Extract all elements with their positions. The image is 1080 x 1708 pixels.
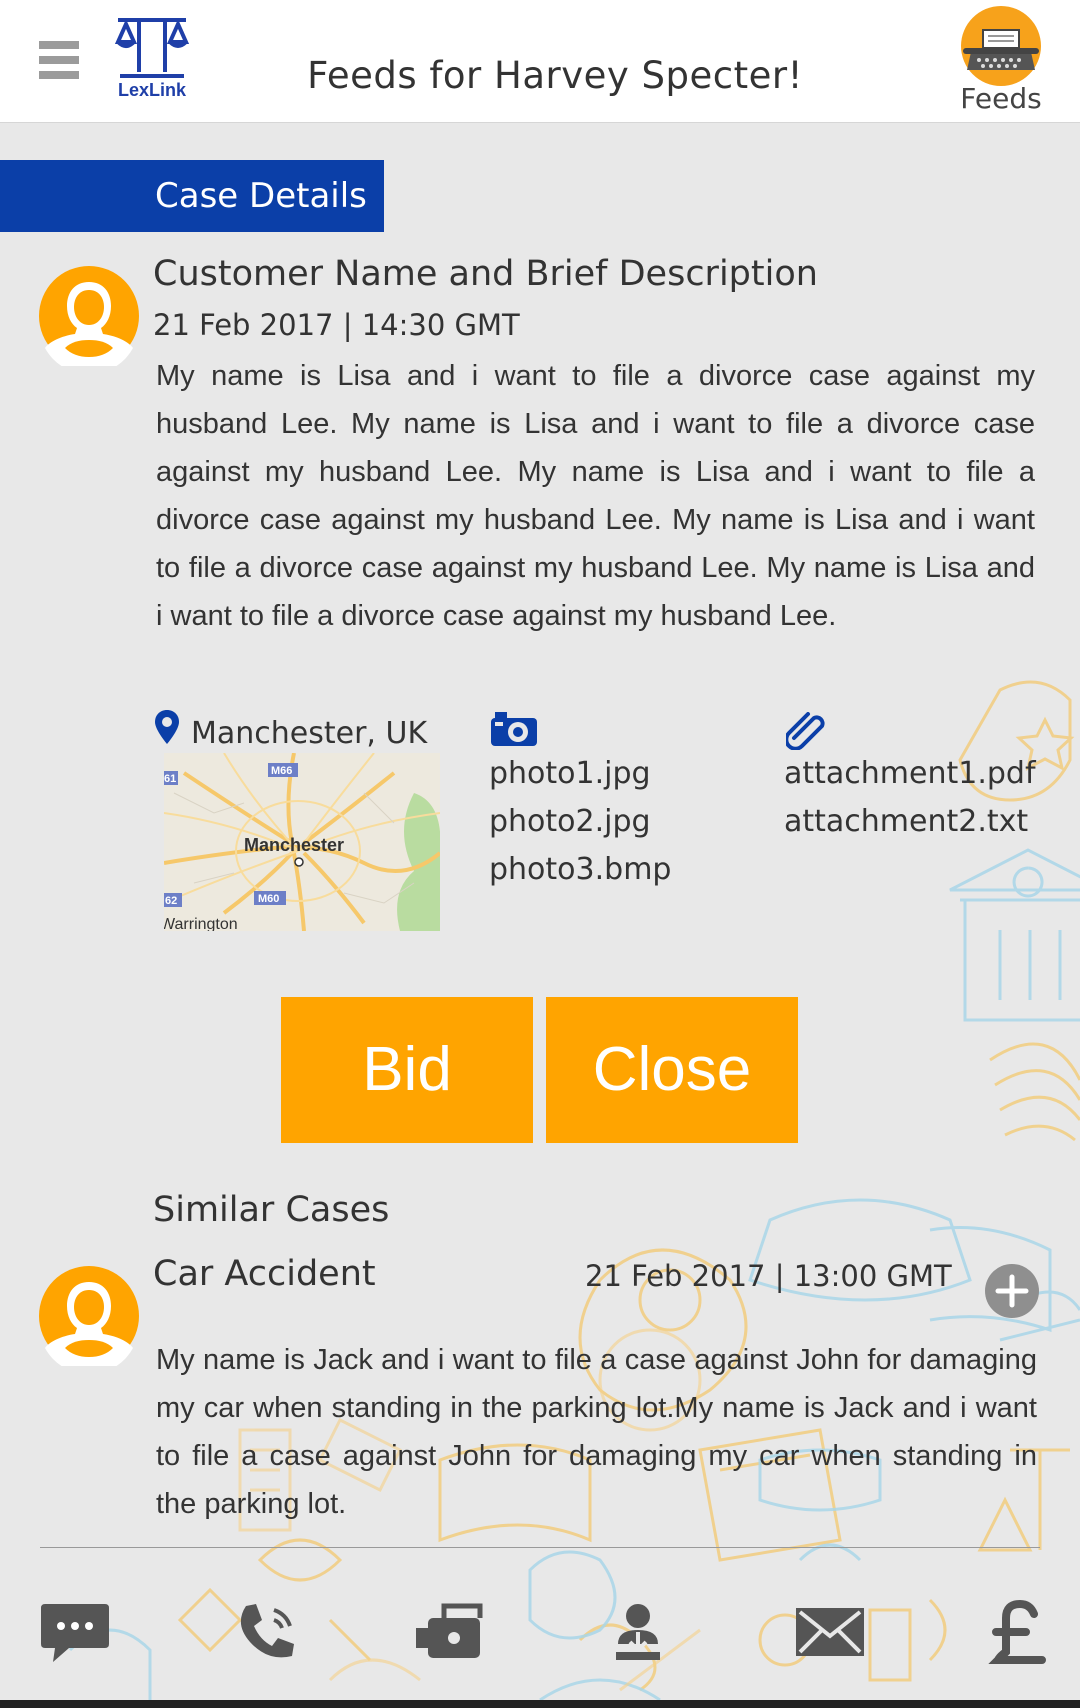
expand-plus-icon[interactable]: [985, 1264, 1039, 1318]
attachment-file-link[interactable]: attachment2.txt: [784, 798, 1036, 846]
map-image: M66 M60 62 61 Manchester Warrington: [164, 753, 440, 931]
divider: [40, 1547, 1040, 1548]
typewriter-icon: [961, 6, 1041, 86]
page-title: Feeds for Harvey Specter!: [307, 54, 803, 97]
location-text: Manchester, UK: [191, 716, 428, 751]
similar-case-title[interactable]: Car Accident: [153, 1254, 376, 1294]
download-user-icon[interactable]: [602, 1600, 674, 1666]
bottom-nav: [0, 1590, 1080, 1690]
logo-label: LexLink: [117, 80, 187, 100]
hamburger-menu-icon[interactable]: [39, 41, 79, 79]
photo-file-link[interactable]: photo2.jpg: [489, 798, 671, 846]
bottom-edge: [0, 1700, 1080, 1708]
chat-icon[interactable]: [39, 1600, 111, 1666]
case-title: Customer Name and Brief Description: [153, 254, 818, 294]
mail-icon[interactable]: [794, 1600, 866, 1666]
map-label-m60: M60: [258, 893, 279, 905]
bid-button[interactable]: Bid: [281, 997, 533, 1143]
lexlink-logo[interactable]: LexLink: [112, 14, 192, 104]
video-camera-icon[interactable]: [414, 1600, 486, 1666]
map-town-label: Warrington: [164, 916, 238, 931]
map-label-m66: M66: [271, 765, 292, 777]
customer-avatar-icon: [39, 266, 139, 366]
scales-logo-icon: [114, 18, 190, 78]
map-pin-icon: [155, 710, 179, 744]
map-label-m61: 61: [164, 773, 176, 785]
app-header: LexLink Feeds for Harvey Specter! Feeds: [0, 0, 1080, 123]
attachment-file-link[interactable]: attachment1.pdf: [784, 750, 1036, 798]
similar-case-avatar-icon: [39, 1266, 139, 1366]
similar-case-description: My name is Jack and i want to file a cas…: [156, 1344, 1037, 1520]
case-date: 21 Feb 2017 | 14:30 GMT: [153, 308, 520, 342]
location-map[interactable]: M66 M60 62 61 Manchester Warrington: [164, 753, 440, 931]
photo-file-link[interactable]: photo3.bmp: [489, 846, 671, 894]
feeds-button[interactable]: Feeds: [955, 4, 1047, 116]
map-label-m62: 62: [165, 895, 177, 907]
camera-icon: [491, 712, 537, 746]
photo-file-link[interactable]: photo1.jpg: [489, 750, 671, 798]
map-city-label: Manchester: [244, 835, 344, 855]
paperclip-icon: [786, 712, 825, 750]
similar-cases-heading: Similar Cases: [153, 1190, 390, 1230]
close-button[interactable]: Close: [546, 997, 798, 1143]
similar-case-date: 21 Feb 2017 | 13:00 GMT: [585, 1259, 952, 1293]
photo-list: photo1.jpg photo2.jpg photo3.bmp: [489, 750, 671, 894]
phone-icon[interactable]: [228, 1600, 300, 1666]
case-description: My name is Lisa and i want to file a div…: [156, 360, 1035, 632]
pound-icon[interactable]: [984, 1600, 1056, 1666]
attachment-list: attachment1.pdf attachment2.txt: [784, 750, 1036, 846]
case-details-banner: Case Details: [0, 160, 384, 232]
feeds-label: Feeds: [960, 82, 1042, 115]
